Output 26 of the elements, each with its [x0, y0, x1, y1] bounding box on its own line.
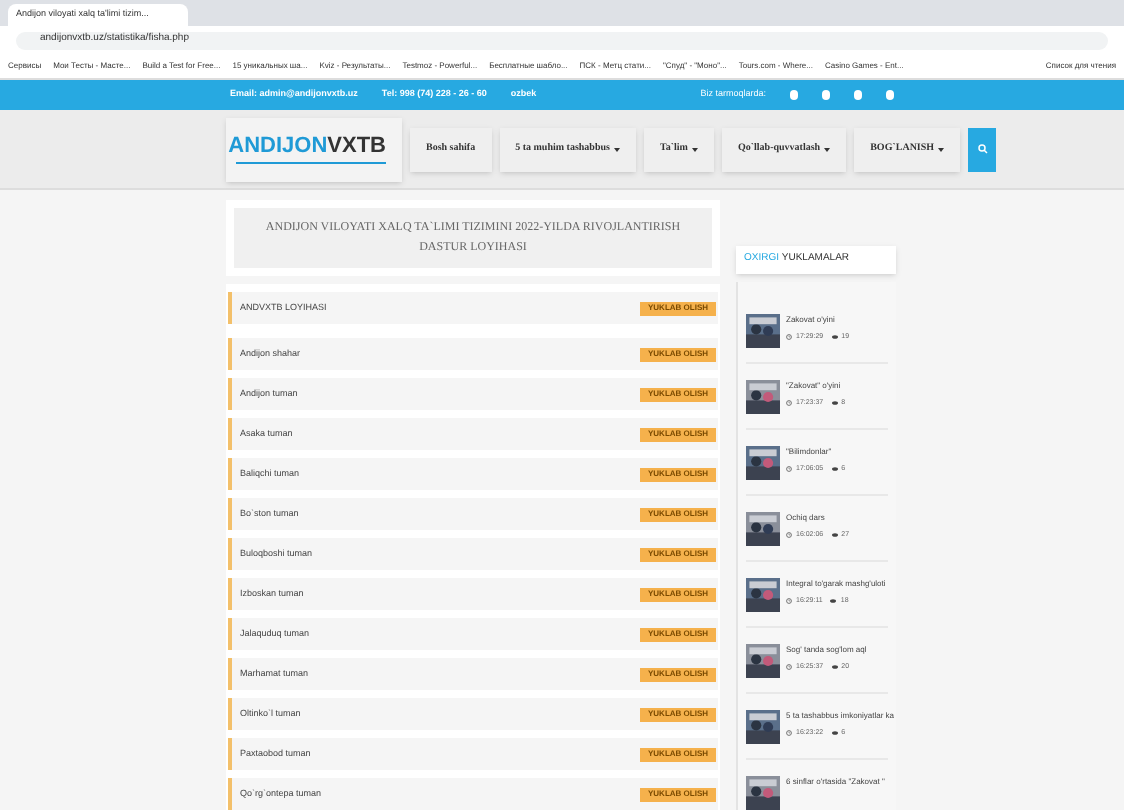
- eye-icon: [831, 730, 838, 737]
- clock-icon: [786, 334, 792, 341]
- search-icon: [977, 144, 988, 154]
- search-button[interactable]: [968, 127, 997, 171]
- clock-icon: [786, 532, 792, 539]
- caret-icon: [613, 147, 620, 151]
- eye-icon: [831, 400, 838, 407]
- eye-icon: [830, 598, 837, 605]
- clock-icon: [786, 664, 792, 671]
- eye-icon: [831, 532, 838, 539]
- clock-icon: [786, 466, 792, 473]
- eye-icon: [831, 334, 838, 341]
- logo-text: ANDIJONVXTB: [228, 135, 386, 157]
- social-icon[interactable]: [790, 90, 798, 100]
- clock-icon: [786, 730, 792, 737]
- caret-icon: [824, 147, 831, 151]
- clock-icon: [786, 598, 792, 605]
- caret-icon: [938, 147, 945, 151]
- clock-icon: [786, 400, 792, 407]
- caret-icon: [691, 147, 698, 151]
- social-icon[interactable]: [822, 90, 830, 100]
- site-logo[interactable]: ANDIJONVXTB: [226, 117, 402, 181]
- social-icon[interactable]: [886, 90, 894, 100]
- eye-icon: [831, 466, 838, 473]
- eye-icon: [831, 664, 838, 671]
- social-icon[interactable]: [854, 90, 862, 100]
